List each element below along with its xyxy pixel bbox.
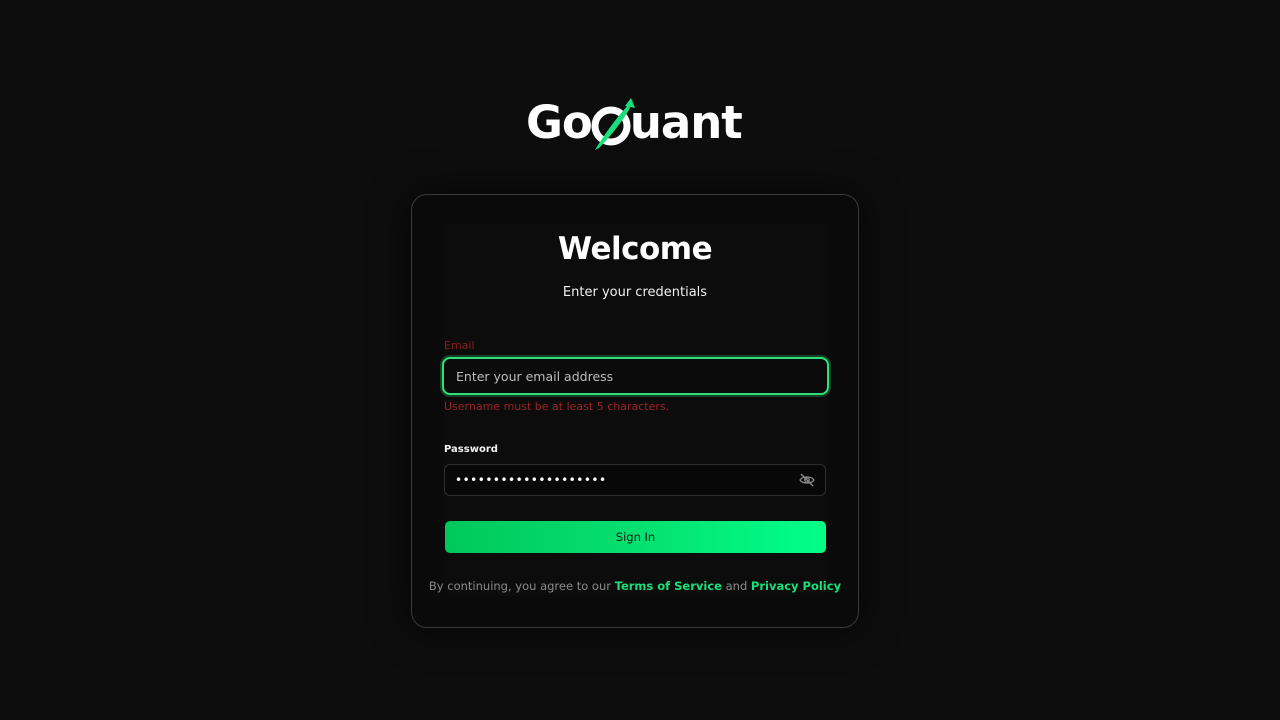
privacy-policy-link[interactable]: Privacy Policy bbox=[751, 579, 841, 593]
terms-of-service-link[interactable]: Terms of Service bbox=[615, 579, 722, 593]
email-input[interactable] bbox=[442, 357, 829, 395]
email-label: Email bbox=[444, 339, 475, 352]
password-label: Password bbox=[444, 444, 498, 455]
email-error-message: Username must be at least 5 characters. bbox=[444, 400, 670, 413]
terms-notice: By continuing, you agree to our Terms of… bbox=[412, 579, 858, 593]
eye-off-icon[interactable] bbox=[797, 471, 817, 489]
login-page: Go uant Welcome Enter your credentials E… bbox=[0, 0, 1280, 720]
terms-prefix: By continuing, you agree to our bbox=[428, 579, 615, 593]
logo-wordmark: Go uant bbox=[526, 97, 743, 150]
logo-text-go: Go bbox=[526, 95, 593, 149]
terms-and: and bbox=[721, 579, 751, 593]
page-subtitle: Enter your credentials bbox=[562, 285, 708, 300]
password-field bbox=[444, 464, 826, 496]
login-card: Welcome Enter your credentials Email Use… bbox=[411, 194, 859, 628]
password-input[interactable] bbox=[445, 465, 785, 495]
page-title: Welcome bbox=[557, 231, 713, 267]
gouant-logo: Go uant bbox=[526, 92, 746, 152]
logo-q-planet-icon bbox=[591, 97, 635, 150]
sign-in-button[interactable]: Sign In bbox=[445, 521, 826, 553]
logo-text-uant: uant bbox=[629, 95, 743, 149]
